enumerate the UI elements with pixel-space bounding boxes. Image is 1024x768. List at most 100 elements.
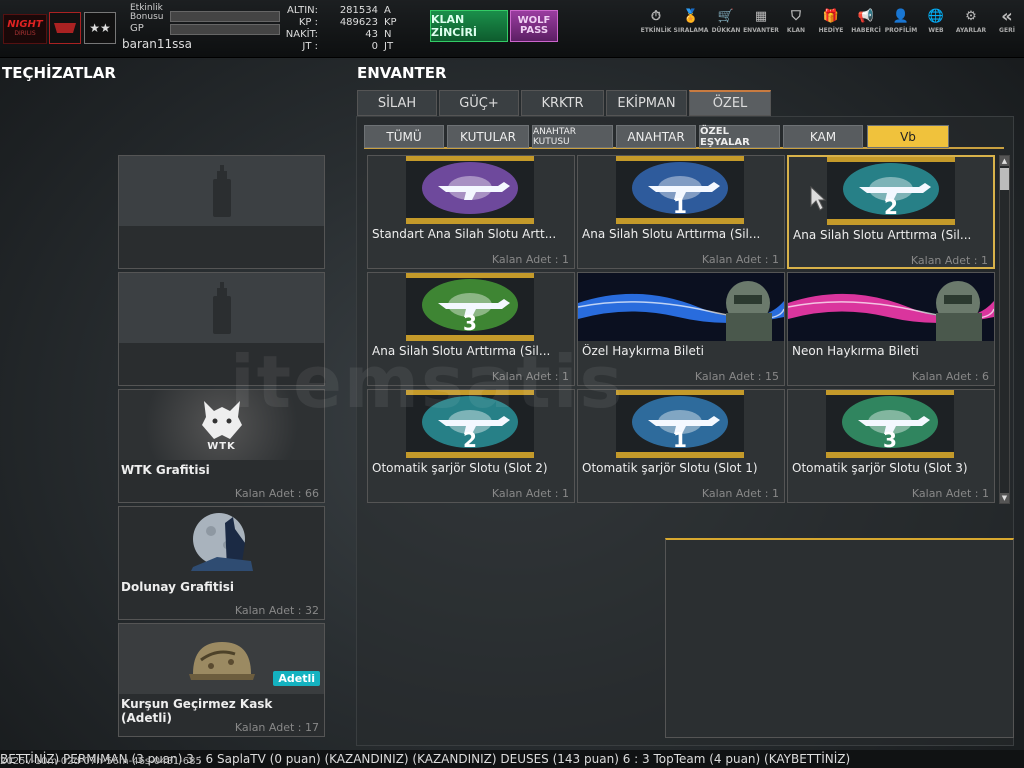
- currency-kp: KP : 489623 KP: [298, 17, 397, 28]
- slot-number: 1: [673, 428, 687, 452]
- weapon-slot-art: 3: [826, 390, 954, 458]
- item-name: Ana Silah Slotu Arttırma (Sil...: [793, 228, 972, 242]
- spray-can-icon: [212, 282, 231, 334]
- item-count: Kalan Adet : 15: [694, 370, 779, 383]
- inventory-item[interactable]: 3 Otomatik şarjör Slotu (Slot 3) Kalan Ade…: [787, 389, 995, 503]
- nav-geri[interactable]: «GERİ: [992, 5, 1022, 48]
- scroll-thumb[interactable]: [1000, 168, 1009, 190]
- megaphone-icon: 📢: [857, 8, 875, 24]
- cart-icon: 🛒: [717, 8, 735, 24]
- tab-krktr[interactable]: KRKTR: [521, 90, 604, 116]
- inventory-title: ENVANTER: [357, 64, 447, 82]
- nav-hediye[interactable]: 🎁 HEDİYE: [816, 8, 846, 48]
- item-count: Kalan Adet : 1: [701, 253, 779, 266]
- item-name: Otomatik şarjör Slotu (Slot 1): [582, 461, 758, 475]
- inventory-item[interactable]: 1 Ana Silah Slotu Arttırma (Sil... Kalan A…: [577, 155, 785, 269]
- gift-icon: 🎁: [822, 8, 840, 24]
- nav-ayarlar[interactable]: ⚙ AYARLAR: [956, 8, 986, 48]
- shout-ticket-art: [578, 273, 784, 341]
- scroll-down-icon[interactable]: ▼: [1000, 493, 1009, 503]
- bonus-label: Etkinlik Bonusu: [130, 3, 164, 22]
- subtab-anahtar-kutusu[interactable]: ANAHTAR KUTUSU: [532, 125, 613, 148]
- nav-dukkan[interactable]: 🛒 DÜKKAN: [711, 8, 741, 48]
- bonus-bar: [170, 11, 280, 22]
- tab-ekipman[interactable]: EKİPMAN: [606, 90, 687, 116]
- currency-jt: JT : 0 JT: [302, 41, 394, 52]
- item-name: Ana Silah Slotu Arttırma (Sil...: [582, 227, 761, 241]
- item-count: Kalan Adet : 1: [911, 487, 989, 500]
- player-name: baran11ssa: [122, 37, 192, 51]
- mouse-cursor-icon: [810, 186, 826, 211]
- weapon-slot-art: 3: [406, 273, 534, 341]
- helmet-icon: [188, 642, 255, 680]
- equipment-title: TEÇHİZATLAR: [2, 64, 116, 82]
- rank-stars: ★★: [84, 12, 116, 44]
- item-count: Kalan Adet : 6: [911, 370, 989, 383]
- nav-etkinlik[interactable]: ⏱ ETKİNLİK: [641, 8, 672, 48]
- wolf-pass-button[interactable]: WOLF PASS: [510, 10, 558, 42]
- slot-number: 2: [884, 195, 898, 219]
- nav-profilim[interactable]: 👤 PROFİLİM: [885, 8, 917, 48]
- item-name: Otomatik şarjör Slotu (Slot 2): [372, 461, 548, 475]
- clan-chain-button[interactable]: KLAN ZİNCİRİ: [430, 10, 508, 42]
- nav-envanter[interactable]: ▦ ENVANTER: [743, 8, 779, 48]
- shield-icon: ⛉: [791, 8, 801, 24]
- equipment-bulletproof-helmet[interactable]: Adetli Kurşun Geçirmez Kask (Adetli) Kal…: [118, 623, 325, 737]
- subtab-ozel-esyalar[interactable]: ÖZEL EŞYALAR: [699, 125, 780, 148]
- gp-label: GP: [130, 23, 144, 34]
- gear-icon: ⚙: [965, 8, 977, 24]
- inventory-item[interactable]: 2 Ana Silah Slotu Arttırma (Sil... Kalan A…: [787, 155, 995, 269]
- top-bar: NIGHT DIRILIS ★★ Etkinlik Bonusu GP bara…: [0, 0, 1024, 58]
- weapon-slot-art: 1: [616, 390, 744, 458]
- scroll-up-icon[interactable]: ▲: [1000, 156, 1009, 166]
- subtab-kam[interactable]: KAM: [783, 125, 863, 148]
- shout-ticket-art: [788, 273, 994, 341]
- item-count: Kalan Adet : 1: [910, 254, 988, 267]
- clock-icon: ⏱: [650, 8, 662, 24]
- currency-gold: ALTIN: 281534 A: [287, 5, 391, 16]
- item-name: Otomatik şarjör Slotu (Slot 3): [792, 461, 968, 475]
- slot-number: 2: [463, 428, 477, 452]
- nav-haberci[interactable]: 📢 HABERCİ: [851, 8, 881, 48]
- slot-number: 1: [673, 194, 687, 218]
- inventory-scrollbar[interactable]: ▲ ▼: [999, 155, 1010, 504]
- tab-silah[interactable]: SİLAH: [357, 90, 437, 116]
- item-count: Kalan Adet : 1: [491, 253, 569, 266]
- watermark: itemsatis: [230, 340, 625, 424]
- weapon-slot-art: 2: [827, 157, 955, 225]
- item-count: Kalan Adet : 1: [701, 487, 779, 500]
- inventory-icon: ▦: [754, 8, 768, 24]
- subtab-vb[interactable]: Vb: [867, 125, 949, 148]
- moon-wolf-icon: [190, 513, 253, 571]
- inventory-item[interactable]: Standart Ana Silah Slotu Artt... Kalan Ad…: [367, 155, 575, 269]
- item-name: Neon Haykırma Bileti: [792, 344, 919, 358]
- weapon-slot-art: [406, 156, 534, 224]
- clan-rank-icon: [49, 12, 81, 44]
- nav-klan[interactable]: ⛉ KLAN: [781, 8, 811, 48]
- inventory-item[interactable]: Neon Haykırma Bileti Kalan Adet : 6: [787, 272, 995, 386]
- slot-number: 3: [463, 311, 477, 335]
- profile-icon: 👤: [892, 8, 910, 24]
- currency-cash: NAKİT: 43 N: [285, 29, 392, 40]
- nav-siralama[interactable]: 🏅 SIRALAMA: [674, 8, 709, 48]
- quantity-badge: Adetli: [273, 671, 320, 686]
- spray-can-icon: [212, 165, 231, 217]
- subtab-anahtar[interactable]: ANAHTAR: [616, 125, 696, 148]
- clan-logo[interactable]: NIGHT DIRILIS: [3, 14, 47, 44]
- tab-guc[interactable]: GÜÇ+: [439, 90, 519, 116]
- currency-panel: ALTIN: 281534 A KP : 489623 KP NAKİT: 43…: [284, 5, 424, 53]
- item-count: Kalan Adet : 1: [491, 487, 569, 500]
- subtab-tumu[interactable]: TÜMÜ: [364, 125, 444, 148]
- equipment-full-moon-graffiti[interactable]: Dolunay Grafitisi Kalan Adet : 32: [118, 506, 325, 620]
- globe-icon: 🌐: [927, 8, 945, 24]
- equipment-slot-1[interactable]: [118, 155, 325, 269]
- tab-ozel[interactable]: ÖZEL: [689, 90, 771, 116]
- slot-number: 3: [883, 428, 897, 452]
- wtk-art-text: WTK: [207, 440, 236, 452]
- subtab-kutular[interactable]: KUTULAR: [447, 125, 529, 148]
- nav-web[interactable]: 🌐 WEB: [921, 8, 951, 48]
- ticker-ids: 2025v-10m-02d-07h-56m-46s-0431-685: [0, 756, 202, 767]
- gp-bar: [170, 24, 280, 35]
- weapon-slot-art: 1: [616, 156, 744, 224]
- back-icon: «: [1001, 5, 1013, 27]
